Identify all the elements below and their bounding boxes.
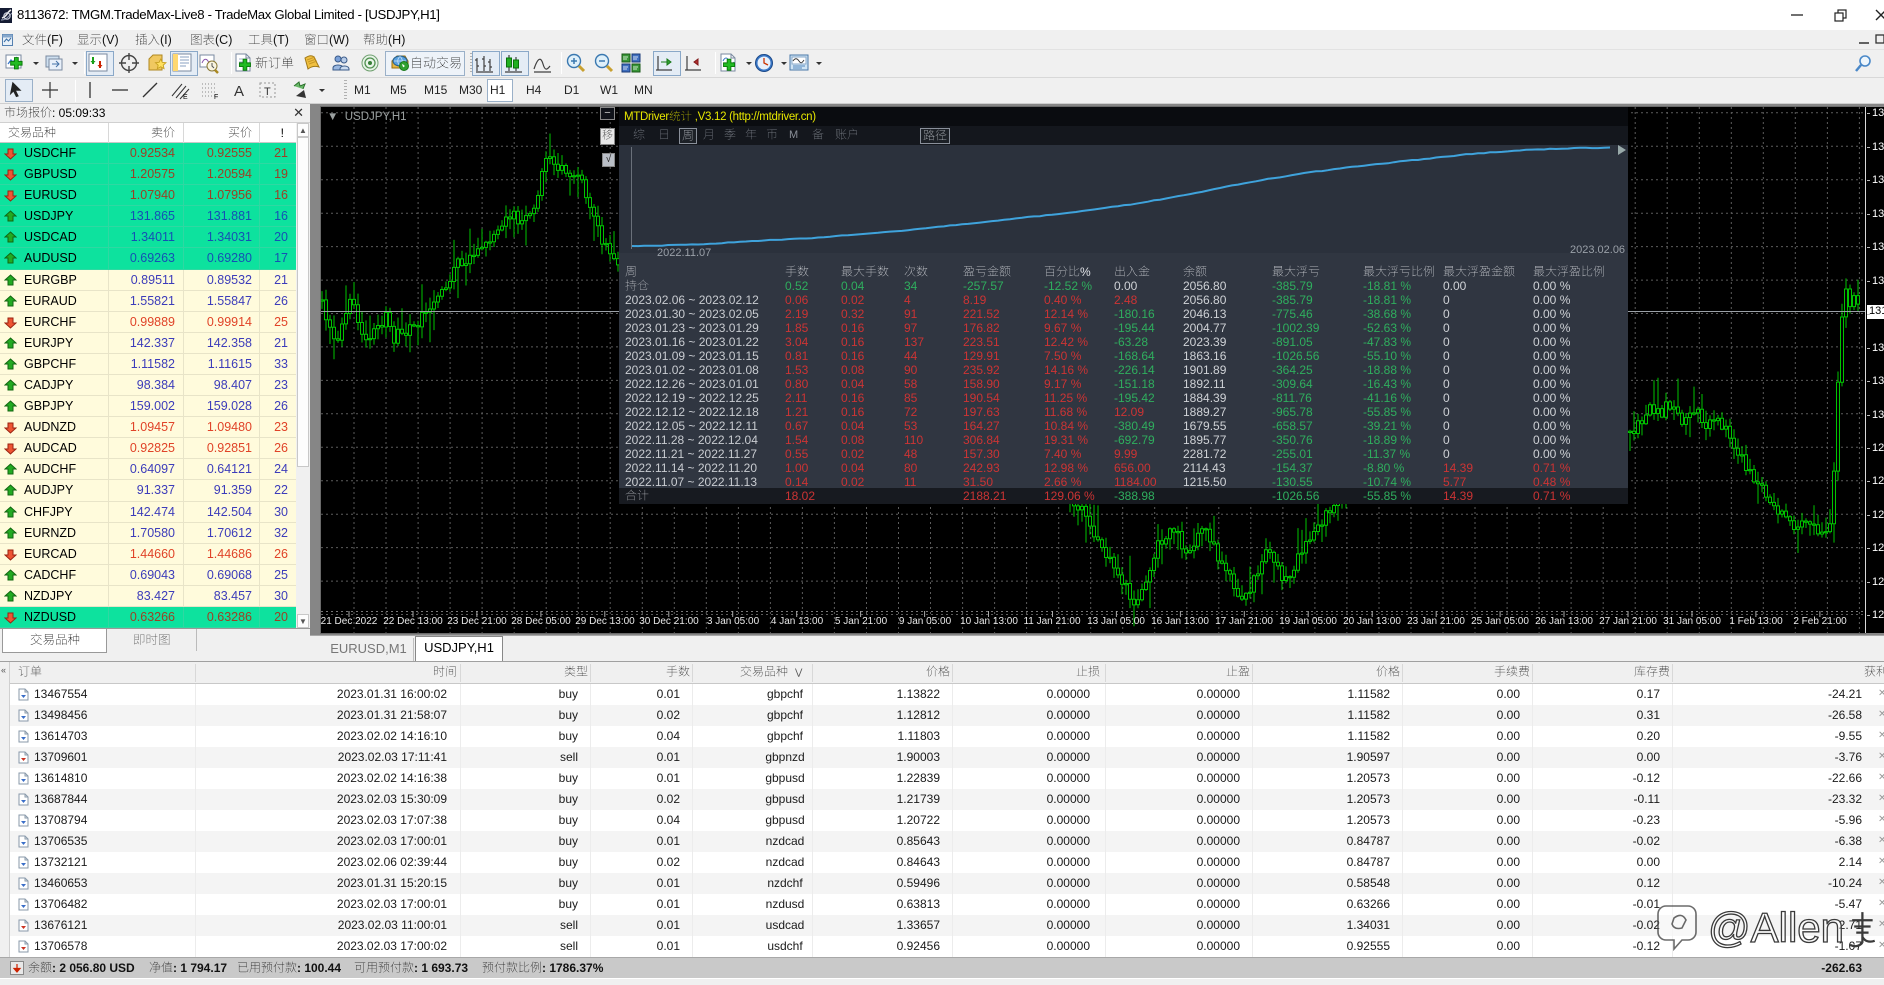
svg-text:F: F	[214, 94, 218, 100]
svg-text:A: A	[234, 83, 244, 100]
svg-text:T: T	[264, 86, 271, 98]
svg-text:E: E	[183, 94, 188, 100]
